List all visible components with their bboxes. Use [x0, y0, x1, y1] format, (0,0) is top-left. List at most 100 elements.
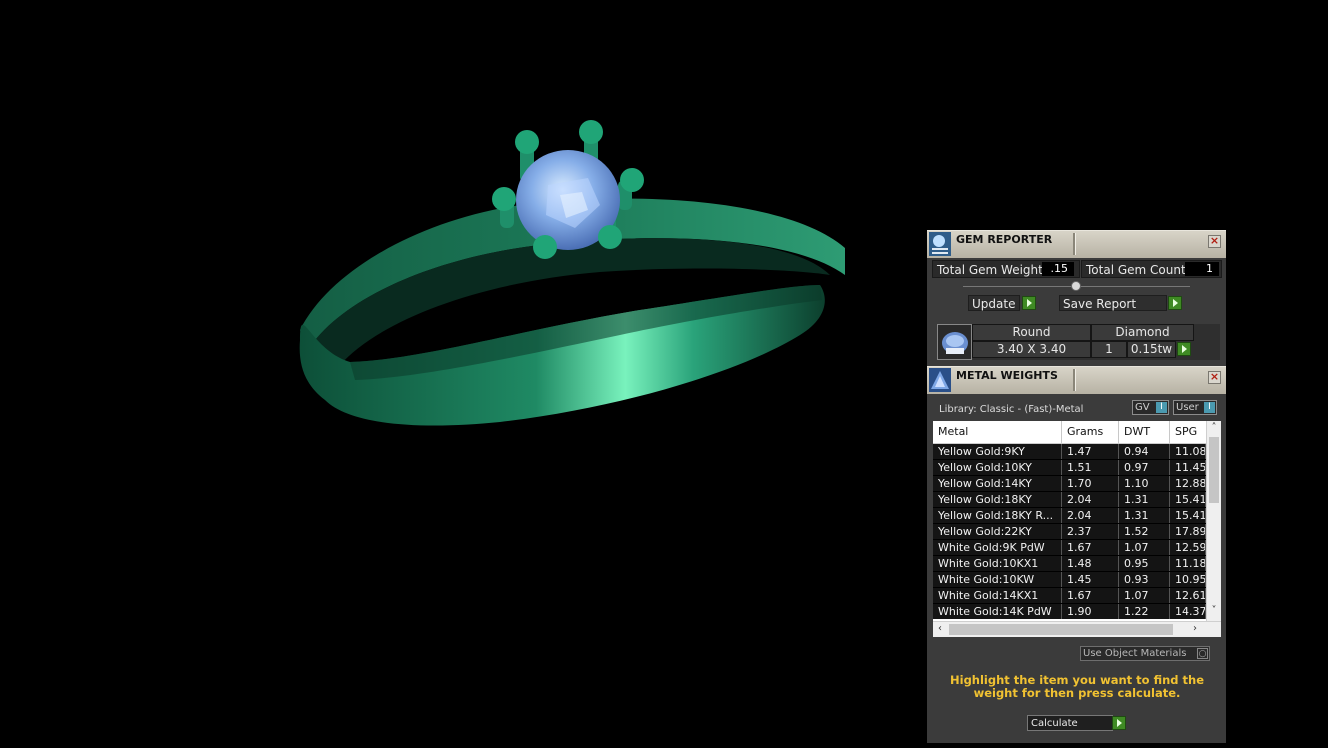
use-object-materials-knob-icon: ○ [1197, 648, 1208, 659]
table-header: Metal Grams DWT SPG [933, 421, 1206, 444]
metal-weights-table[interactable]: Metal Grams DWT SPG Yellow Gold:9KY 1.47 0… [933, 421, 1221, 637]
cell-dwt: 0.97 [1119, 460, 1170, 475]
cell-metal: White Gold:10KW [933, 572, 1062, 587]
scroll-left-icon[interactable]: ‹ [934, 623, 946, 635]
cell-dwt: 1.31 [1119, 492, 1170, 507]
calculate-hint: Highlight the item you want to find the … [950, 673, 1204, 700]
cell-spg: 12.88 [1170, 476, 1206, 491]
user-toggle-label: User [1176, 402, 1199, 413]
gem-shape: Round [972, 324, 1091, 341]
table-row[interactable]: White Gold:10KW 1.45 0.93 10.95 [933, 572, 1206, 588]
scroll-up-icon[interactable]: ˄ [1208, 422, 1220, 434]
update-button[interactable]: Update [968, 295, 1020, 311]
vertical-scrollbar[interactable]: ˄ ˅ [1206, 421, 1221, 621]
cell-metal: Yellow Gold:22KY [933, 524, 1062, 539]
gem-reporter-panel: GEM REPORTER × Total Gem Weight .15 Tota… [927, 230, 1226, 366]
cell-metal: Yellow Gold:10KY [933, 460, 1062, 475]
cell-spg: 15.41 [1170, 492, 1206, 507]
gem-reporter-icon [929, 232, 951, 256]
cell-dwt: 0.93 [1119, 572, 1170, 587]
use-object-materials-label: Use Object Materials [1083, 648, 1187, 659]
cell-grams: 2.04 [1062, 508, 1119, 523]
table-row[interactable]: Yellow Gold:22KY 2.37 1.52 17.89 [933, 524, 1206, 540]
library-label: Library: Classic - (Fast)-Metal [939, 404, 1084, 415]
cell-grams: 1.48 [1062, 556, 1119, 571]
cell-metal: Yellow Gold:14KY [933, 476, 1062, 491]
total-gem-count-value: 1 [1185, 262, 1219, 276]
user-toggle-knob-icon: I [1204, 402, 1215, 413]
column-header-dwt[interactable]: DWT [1119, 421, 1170, 443]
cell-dwt: 1.10 [1119, 476, 1170, 491]
cell-metal: White Gold:10KX1 [933, 556, 1062, 571]
gem-type: Diamond [1091, 324, 1194, 341]
cell-dwt: 1.07 [1119, 588, 1170, 603]
cell-spg: 15.41 [1170, 508, 1206, 523]
3d-viewport[interactable] [0, 0, 926, 748]
column-header-spg[interactable]: SPG [1170, 421, 1206, 443]
total-gem-weight-value: .15 [1042, 262, 1074, 276]
collapse-handle-icon[interactable] [1071, 281, 1081, 291]
gem-reporter-titlebar[interactable]: GEM REPORTER × [927, 230, 1226, 258]
cell-dwt: 1.22 [1119, 604, 1170, 619]
gv-toggle[interactable]: GV I [1132, 400, 1169, 415]
metal-weights-titlebar[interactable]: METAL WEIGHTS × [927, 366, 1226, 394]
calculate-button[interactable]: Calculate [1027, 715, 1113, 731]
gem-list[interactable]: Round Diamond 3.40 X 3.40 1 0.15tw [937, 324, 1220, 360]
cell-grams: 1.67 [1062, 588, 1119, 603]
use-object-materials-toggle[interactable]: Use Object Materials ○ [1080, 646, 1210, 661]
cell-grams: 1.90 [1062, 604, 1119, 619]
table-body[interactable]: Yellow Gold:9KY 1.47 0.94 11.08 Yellow Gold:… [933, 444, 1206, 619]
user-toggle[interactable]: User I [1173, 400, 1217, 415]
table-row[interactable]: White Gold:14K PdW 1.90 1.22 14.37 [933, 604, 1206, 619]
horizontal-scrollbar[interactable]: ‹ › [933, 621, 1221, 637]
cell-grams: 1.70 [1062, 476, 1119, 491]
cell-spg: 10.95 [1170, 572, 1206, 587]
ring-render [299, 120, 845, 426]
cell-metal: Yellow Gold:18KY [933, 492, 1062, 507]
cell-grams: 1.45 [1062, 572, 1119, 587]
scroll-right-icon[interactable]: › [1189, 623, 1201, 635]
cell-metal: Yellow Gold:9KY [933, 444, 1062, 459]
cell-dwt: 1.31 [1119, 508, 1170, 523]
gem-details-play-icon[interactable] [1177, 342, 1191, 356]
cell-metal: White Gold:14KX1 [933, 588, 1062, 603]
cell-spg: 11.18 [1170, 556, 1206, 571]
column-header-grams[interactable]: Grams [1062, 421, 1119, 443]
close-icon[interactable]: × [1208, 371, 1221, 384]
cell-dwt: 0.94 [1119, 444, 1170, 459]
cell-grams: 1.67 [1062, 540, 1119, 555]
cell-grams: 1.51 [1062, 460, 1119, 475]
gem-count: 1 [1091, 341, 1127, 358]
gv-toggle-knob-icon: I [1156, 402, 1167, 413]
close-icon[interactable]: × [1208, 235, 1221, 248]
table-row[interactable]: Yellow Gold:9KY 1.47 0.94 11.08 [933, 444, 1206, 460]
cell-grams: 1.47 [1062, 444, 1119, 459]
scroll-down-icon[interactable]: ˅ [1208, 605, 1220, 617]
cell-dwt: 1.52 [1119, 524, 1170, 539]
cell-metal: White Gold:9K PdW [933, 540, 1062, 555]
table-row[interactable]: Yellow Gold:10KY 1.51 0.97 11.45 [933, 460, 1206, 476]
vertical-scroll-thumb[interactable] [1209, 437, 1219, 503]
table-row[interactable]: Yellow Gold:18KY R... 2.04 1.31 15.41 [933, 508, 1206, 524]
cell-spg: 17.89 [1170, 524, 1206, 539]
column-header-metal[interactable]: Metal [933, 421, 1062, 443]
cell-spg: 12.61 [1170, 588, 1206, 603]
cell-grams: 2.37 [1062, 524, 1119, 539]
cell-metal: Yellow Gold:18KY R... [933, 508, 1062, 523]
table-row[interactable]: White Gold:9K PdW 1.67 1.07 12.59 [933, 540, 1206, 556]
titlebar-separator [1073, 233, 1076, 255]
save-report-play-icon[interactable] [1168, 296, 1182, 310]
table-row[interactable]: White Gold:14KX1 1.67 1.07 12.61 [933, 588, 1206, 604]
cell-metal: White Gold:14K PdW [933, 604, 1062, 619]
update-play-icon[interactable] [1022, 296, 1036, 310]
table-row[interactable]: Yellow Gold:18KY 2.04 1.31 15.41 [933, 492, 1206, 508]
table-row[interactable]: Yellow Gold:14KY 1.70 1.10 12.88 [933, 476, 1206, 492]
table-row[interactable]: White Gold:10KX1 1.48 0.95 11.18 [933, 556, 1206, 572]
metal-weights-icon [929, 368, 951, 392]
gem-weight: 0.15tw [1127, 341, 1176, 358]
horizontal-scroll-thumb[interactable] [949, 624, 1173, 635]
save-report-button[interactable]: Save Report [1059, 295, 1167, 311]
cell-spg: 11.08 [1170, 444, 1206, 459]
calculate-play-icon[interactable] [1112, 716, 1126, 730]
round-gem-icon [937, 324, 972, 360]
